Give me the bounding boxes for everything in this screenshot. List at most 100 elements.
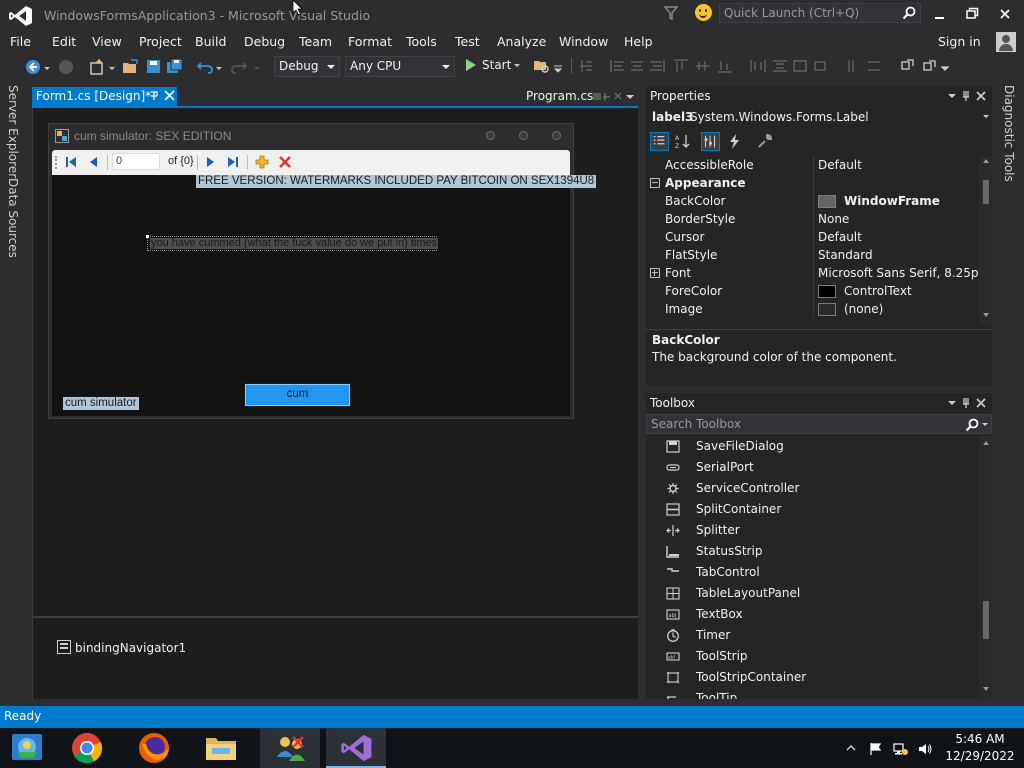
restore-button[interactable] — [959, 3, 985, 25]
menu-test[interactable]: Test — [455, 34, 480, 49]
show-hidden-icons-icon[interactable] — [846, 743, 856, 753]
notifications-filter-icon[interactable] — [664, 5, 678, 21]
taskbar-file-explorer[interactable] — [190, 728, 250, 768]
properties-object-selector[interactable]: label3 System.Windows.Forms.Label — [648, 108, 990, 126]
quick-launch-box[interactable] — [719, 3, 921, 23]
form-title-bar[interactable]: cum simulator: SEX EDITION — [49, 124, 573, 148]
chevron-down-icon[interactable] — [981, 422, 989, 428]
taskbar-chrome[interactable] — [58, 728, 118, 768]
toolbox-scrollbar[interactable] — [979, 436, 992, 699]
taskbar-control-panel[interactable] — [0, 728, 60, 768]
property-pages-icon[interactable] — [755, 132, 774, 151]
toolbar-overflow-icon[interactable] — [553, 64, 563, 74]
toolbox-item[interactable]: SaveFileDialog — [646, 436, 979, 457]
start-dropdown-icon[interactable] — [512, 61, 522, 71]
open-file-icon[interactable] — [122, 58, 140, 76]
feedback-smiley-icon[interactable] — [695, 4, 712, 21]
panel-dropdown-icon[interactable] — [946, 397, 958, 409]
delete-item-icon[interactable] — [278, 155, 292, 169]
redo-icon[interactable] — [230, 58, 248, 76]
properties-view-icon[interactable] — [701, 132, 720, 151]
collapse-icon[interactable] — [650, 178, 660, 188]
menu-tools[interactable]: Tools — [406, 34, 437, 49]
property-value[interactable]: Standard — [818, 248, 873, 262]
categorized-view-icon[interactable] — [650, 132, 669, 151]
redo-dropdown-icon[interactable] — [252, 58, 262, 76]
toolstrip-grip-icon[interactable] — [55, 156, 57, 169]
layout-toolbar-icons[interactable] — [578, 58, 978, 74]
save-all-icon[interactable] — [166, 58, 184, 76]
taskbar-network-people[interactable] — [260, 728, 320, 768]
form-client-area[interactable]: 0 of {0} FREE VERSION: WATERMARKS INCLUD… — [52, 150, 597, 416]
network-icon[interactable] — [893, 742, 909, 756]
new-dropdown-icon[interactable] — [107, 58, 117, 76]
minimize-button[interactable] — [926, 3, 952, 25]
volume-icon[interactable] — [918, 742, 932, 756]
auto-hide-pin-icon[interactable] — [960, 90, 972, 102]
menu-view[interactable]: View — [92, 34, 122, 49]
scroll-up-icon[interactable] — [982, 158, 990, 164]
binding-navigator-strip[interactable]: 0 of {0} — [52, 150, 570, 175]
form-maximize-icon[interactable] — [519, 131, 528, 140]
auto-hide-pin-icon[interactable] — [960, 397, 972, 409]
close-tab-icon[interactable] — [164, 90, 175, 101]
property-value[interactable]: Default — [818, 158, 862, 172]
find-in-files-icon[interactable] — [533, 57, 551, 75]
property-value[interactable]: (none) — [844, 302, 883, 316]
action-center-flag-icon[interactable] — [868, 742, 882, 756]
pin-tab-icon[interactable] — [149, 90, 159, 102]
toolbox-item[interactable]: ToolStripContainer — [646, 667, 979, 688]
label3-selected[interactable]: you have cummed (what the fuck value do … — [146, 235, 439, 251]
scroll-down-icon[interactable] — [982, 312, 990, 318]
scroll-down-icon[interactable] — [982, 686, 990, 692]
undo-icon[interactable] — [196, 58, 214, 76]
tab-program-cs[interactable]: Program.cs — [526, 89, 593, 103]
add-new-item-icon[interactable] — [255, 155, 269, 169]
move-first-icon[interactable] — [64, 155, 78, 169]
toolbox-item[interactable]: Timer — [646, 625, 979, 646]
account-icon[interactable] — [996, 32, 1016, 52]
component-tray[interactable]: bindingNavigator1 — [32, 616, 638, 699]
expand-icon[interactable] — [650, 268, 660, 278]
form-close-icon[interactable] — [552, 131, 561, 140]
solution-platform-select[interactable]: Any CPU — [345, 56, 455, 77]
toolbox-item[interactable]: StatusStrip — [646, 541, 979, 562]
move-last-icon[interactable] — [226, 155, 240, 169]
menu-debug[interactable]: Debug — [244, 34, 285, 49]
selection-handle[interactable] — [146, 235, 149, 238]
toolbox-search-input[interactable] — [651, 416, 951, 432]
toolbox-item[interactable]: TableLayoutPanel — [646, 583, 979, 604]
menu-team[interactable]: Team — [299, 34, 332, 49]
scrollbar-thumb[interactable] — [983, 180, 989, 204]
form-minimize-icon[interactable] — [486, 131, 495, 140]
solution-configuration-select[interactable]: Debug — [274, 56, 340, 77]
tab-data-sources[interactable]: Data Sources — [6, 178, 20, 258]
search-icon[interactable] — [902, 6, 916, 20]
close-panel-icon[interactable] — [975, 397, 987, 409]
alphabetical-view-icon[interactable]: A Z — [673, 132, 692, 151]
label-cum-simulator[interactable]: cum simulator — [63, 397, 139, 410]
chevron-down-icon[interactable] — [982, 113, 990, 121]
menu-format[interactable]: Format — [348, 34, 392, 49]
cum-button[interactable]: cum — [244, 383, 351, 407]
quick-launch-input[interactable] — [724, 5, 894, 21]
toolbox-item[interactable]: Splitter — [646, 520, 979, 541]
toolbox-item[interactable]: TabControl — [646, 562, 979, 583]
toolbox-item[interactable]: abl ToolStrip — [646, 646, 979, 667]
menu-analyze[interactable]: Analyze — [497, 34, 546, 49]
toolbox-item[interactable]: ab| TextBox — [646, 604, 979, 625]
move-next-icon[interactable] — [203, 155, 217, 169]
close-panel-icon[interactable] — [975, 90, 987, 102]
toolbox-item-list[interactable]: SaveFileDialog SerialPort ServiceControlle… — [646, 436, 979, 699]
menu-project[interactable]: Project — [139, 34, 182, 49]
search-icon[interactable] — [965, 418, 979, 432]
toolbox-item[interactable]: ToolTip — [646, 688, 979, 699]
taskbar-visual-studio[interactable] — [326, 728, 386, 768]
property-value[interactable]: ControlText — [844, 284, 912, 298]
tab-well-controls[interactable] — [592, 90, 638, 104]
form1-preview[interactable]: cum simulator: SEX EDITION 0 of {0} FREE… — [48, 123, 597, 419]
sign-in-link[interactable]: Sign in — [938, 34, 981, 49]
scrollbar-thumb[interactable] — [983, 601, 989, 639]
menu-file[interactable]: File — [10, 34, 31, 49]
property-value[interactable]: Default — [818, 230, 862, 244]
